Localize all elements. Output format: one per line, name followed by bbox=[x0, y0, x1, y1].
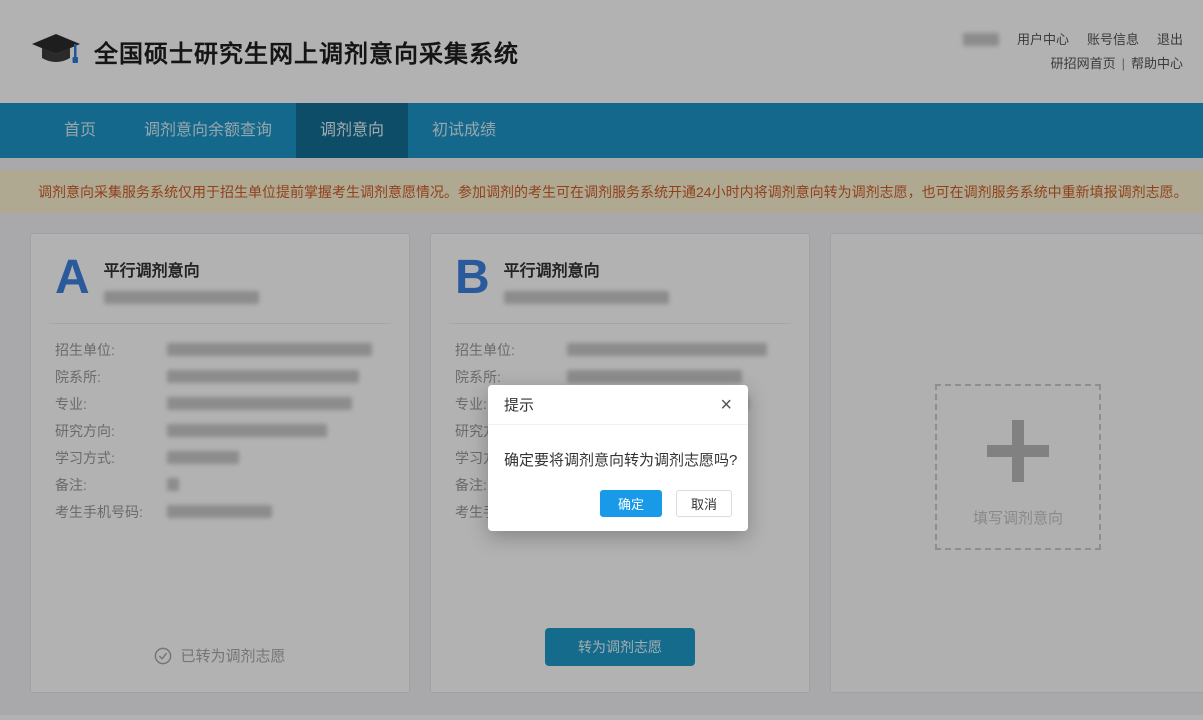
confirm-dialog: 提示 × 确定要将调剂意向转为调剂志愿吗? 确定 取消 bbox=[488, 385, 748, 531]
modal-dim-overlay bbox=[0, 0, 1203, 720]
close-icon[interactable]: × bbox=[720, 395, 732, 415]
dialog-message: 确定要将调剂意向转为调剂志愿吗? bbox=[488, 425, 748, 490]
dialog-title: 提示 bbox=[504, 394, 534, 415]
cancel-button[interactable]: 取消 bbox=[676, 490, 732, 517]
confirm-button[interactable]: 确定 bbox=[600, 490, 662, 517]
